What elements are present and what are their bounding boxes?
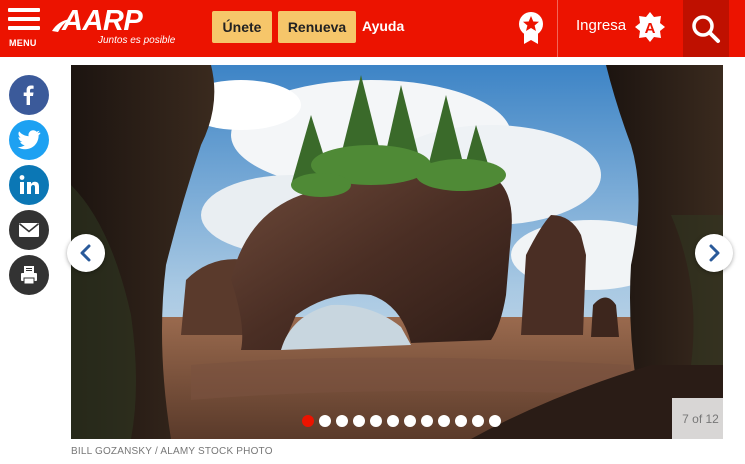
facebook-icon (23, 85, 34, 105)
slide-dot[interactable] (353, 415, 365, 427)
logo-text: AARP (62, 5, 143, 37)
twitter-icon (17, 130, 41, 150)
slide-dot[interactable] (421, 415, 433, 427)
twitter-share-button[interactable] (9, 120, 49, 160)
slideshow-image (71, 65, 723, 439)
linkedin-share-button[interactable] (9, 165, 49, 205)
renew-button[interactable]: Renueva (278, 11, 356, 43)
slide-dot[interactable] (438, 415, 450, 427)
slide-dot[interactable] (455, 415, 467, 427)
site-header: MENU AARP Juntos es posible Únete Renuev… (0, 0, 745, 57)
email-share-button[interactable] (9, 210, 49, 250)
menu-label: MENU (9, 38, 37, 48)
help-link[interactable]: Ayuda (362, 18, 404, 34)
join-button[interactable]: Únete (212, 11, 272, 43)
slide-pagination (302, 415, 501, 427)
email-icon (18, 223, 40, 237)
chevron-left-icon (80, 244, 91, 262)
slide-dot[interactable] (489, 415, 501, 427)
menu-bar (8, 26, 40, 30)
slide-dot[interactable] (387, 415, 399, 427)
svg-text:A: A (645, 20, 656, 37)
slide-dot[interactable] (319, 415, 331, 427)
header-divider (557, 0, 558, 57)
signin-link[interactable]: Ingresa (576, 17, 626, 34)
photo-credit: BILL GOZANSKY / ALAMY STOCK PHOTO (71, 446, 273, 457)
slide-dot[interactable] (370, 415, 382, 427)
print-icon (21, 266, 37, 285)
slide-dot[interactable] (302, 415, 314, 427)
rock-formation-photo (71, 65, 723, 439)
slide-counter: 7 of 12 (672, 398, 729, 439)
menu-button[interactable]: MENU (8, 8, 42, 48)
menu-bar (8, 8, 40, 12)
rewards-icon[interactable] (516, 11, 546, 45)
print-button[interactable] (9, 255, 49, 295)
linkedin-icon (19, 175, 39, 194)
menu-bar (8, 17, 40, 21)
facebook-share-button[interactable] (9, 75, 49, 115)
aarp-logo[interactable]: AARP Juntos es posible (50, 5, 190, 49)
slide-dot[interactable] (472, 415, 484, 427)
slide-dot[interactable] (336, 415, 348, 427)
logo-tagline: Juntos es posible (98, 35, 176, 46)
previous-slide-button[interactable] (67, 234, 105, 272)
counter-wrapper: 7 of 12 (672, 0, 729, 464)
account-icon[interactable]: A (634, 11, 666, 43)
slide-dot[interactable] (404, 415, 416, 427)
